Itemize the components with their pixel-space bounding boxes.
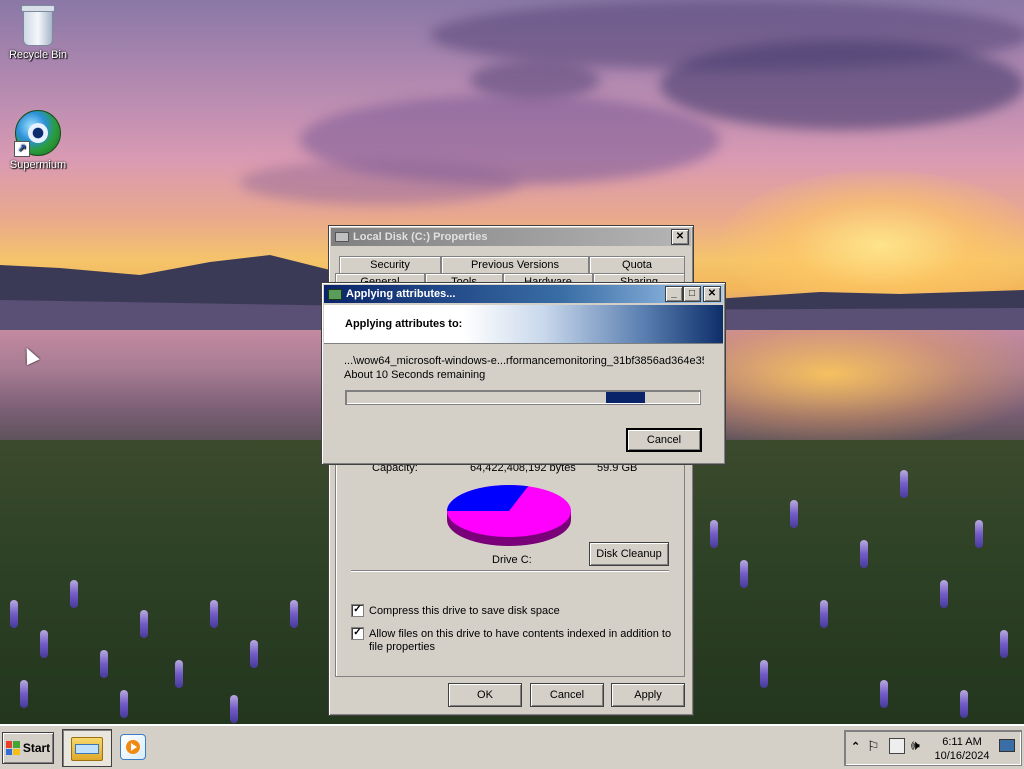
flower	[70, 580, 78, 608]
show-desktop-icon[interactable]	[999, 739, 1015, 752]
compress-checkbox[interactable]: ✓	[351, 604, 364, 617]
tab-label: Previous Versions	[470, 259, 560, 271]
flower	[175, 660, 183, 688]
index-checkbox[interactable]: ✓	[351, 627, 364, 640]
flower	[290, 600, 298, 628]
current-file-path: ...\wow64_microsoft-windows-e...rformanc…	[344, 355, 704, 367]
start-button[interactable]: Start	[2, 732, 54, 764]
button-label: Apply	[634, 689, 662, 701]
show-hidden-icons-icon[interactable]: ⌃	[851, 740, 860, 753]
disk-cleanup-button[interactable]: Disk Cleanup	[589, 542, 669, 566]
flower	[210, 600, 218, 628]
flower	[900, 470, 908, 498]
separator	[324, 343, 723, 344]
dialog-titlebar[interactable]: Applying attributes... _ □ ✕	[324, 285, 723, 303]
flower	[10, 600, 18, 628]
button-label: Cancel	[646, 434, 682, 446]
drive-icon	[335, 232, 349, 242]
cloud	[240, 160, 520, 205]
desktop-icon-label: Recycle Bin	[8, 49, 68, 61]
flower	[940, 580, 948, 608]
folder-window-detail	[75, 744, 99, 754]
window-title: Local Disk (C:) Properties	[353, 231, 488, 243]
close-button[interactable]: ✕	[671, 229, 689, 245]
clock-date[interactable]: 10/16/2024	[933, 750, 991, 762]
dialog-header-text: Applying attributes to:	[345, 318, 463, 330]
maximize-button[interactable]: □	[683, 286, 701, 302]
checkmark-icon: ✓	[353, 627, 362, 638]
dialog-cancel-button[interactable]: Cancel	[626, 428, 702, 452]
recycle-bin-icon	[21, 5, 55, 46]
system-tray: ⌃ ⚐ 🕪 6:11 AM 10/16/2024	[844, 730, 1022, 766]
tab-quota[interactable]: Quota	[589, 256, 685, 273]
flower	[975, 520, 983, 548]
dialog-title: Applying attributes...	[346, 288, 456, 300]
shortcut-arrow-icon: ↗	[14, 141, 30, 157]
flower	[100, 650, 108, 678]
desktop-icon-recycle-bin[interactable]: Recycle Bin	[3, 5, 73, 61]
progress-bar-fill	[606, 392, 645, 403]
supermium-browser-icon: ↗	[14, 110, 61, 157]
cancel-button[interactable]: Cancel	[530, 683, 604, 707]
start-label: Start	[22, 741, 51, 755]
minimize-button[interactable]: _	[665, 286, 683, 302]
flower	[710, 520, 718, 548]
flower	[230, 695, 238, 723]
checkmark-icon: ✓	[353, 604, 362, 615]
flower	[880, 680, 888, 708]
applying-attributes-dialog: Applying attributes... _ □ ✕ Applying at…	[321, 282, 726, 465]
disk-usage-pie-chart	[447, 485, 571, 546]
separator	[351, 570, 669, 572]
flower	[250, 640, 258, 668]
flower	[20, 680, 28, 708]
properties-titlebar[interactable]: Local Disk (C:) Properties ✕	[331, 228, 691, 246]
taskbar-explorer-button[interactable]	[62, 729, 112, 767]
index-label: Allow files on this drive to have conten…	[369, 628, 672, 640]
flower	[140, 610, 148, 638]
desktop-icon-label: Supermium	[9, 159, 67, 171]
flower	[40, 630, 48, 658]
tab-previous-versions[interactable]: Previous Versions	[441, 256, 589, 273]
drive-label: Drive C:	[492, 554, 532, 566]
action-center-flag-icon[interactable]: ⚐	[867, 738, 880, 755]
clock-time[interactable]: 6:11 AM	[937, 736, 987, 748]
cloud	[470, 60, 600, 100]
progress-bar	[345, 390, 701, 405]
compress-label: Compress this drive to save disk space	[369, 605, 560, 617]
volume-icon[interactable]: 🕪	[911, 737, 920, 754]
tab-security[interactable]: Security	[339, 256, 441, 273]
apply-button[interactable]: Apply	[611, 683, 685, 707]
flower	[960, 690, 968, 718]
index-label-continued: file properties	[369, 641, 436, 653]
ok-button[interactable]: OK	[448, 683, 522, 707]
flower	[740, 560, 748, 588]
button-label: Cancel	[549, 689, 585, 701]
progress-window-icon	[328, 288, 342, 300]
flower	[790, 500, 798, 528]
taskbar: Start ⌃ ⚐ 🕪 6:11 AM 10/16/2024	[0, 724, 1024, 769]
flower	[760, 660, 768, 688]
taskbar-media-player-button[interactable]	[120, 734, 146, 760]
media-player-icon	[120, 734, 146, 760]
network-icon[interactable]	[889, 738, 905, 754]
close-button[interactable]: ✕	[703, 286, 721, 302]
tab-label: Quota	[622, 259, 652, 271]
tab-label: Security	[370, 259, 410, 271]
lake-reflection	[700, 330, 1024, 440]
time-remaining: About 10 Seconds remaining	[344, 369, 486, 381]
flower	[860, 540, 868, 568]
cloud	[660, 40, 1024, 130]
flower	[120, 690, 128, 718]
button-label: Disk Cleanup	[596, 548, 662, 560]
folder-icon	[71, 737, 103, 761]
button-label: OK	[477, 689, 493, 701]
dialog-header-banner: Applying attributes to:	[324, 305, 723, 343]
windows-logo-icon	[5, 741, 20, 755]
desktop-icon-supermium[interactable]: ↗ Supermium	[3, 110, 73, 171]
flower	[820, 600, 828, 628]
flower	[1000, 630, 1008, 658]
play-icon	[131, 743, 137, 751]
